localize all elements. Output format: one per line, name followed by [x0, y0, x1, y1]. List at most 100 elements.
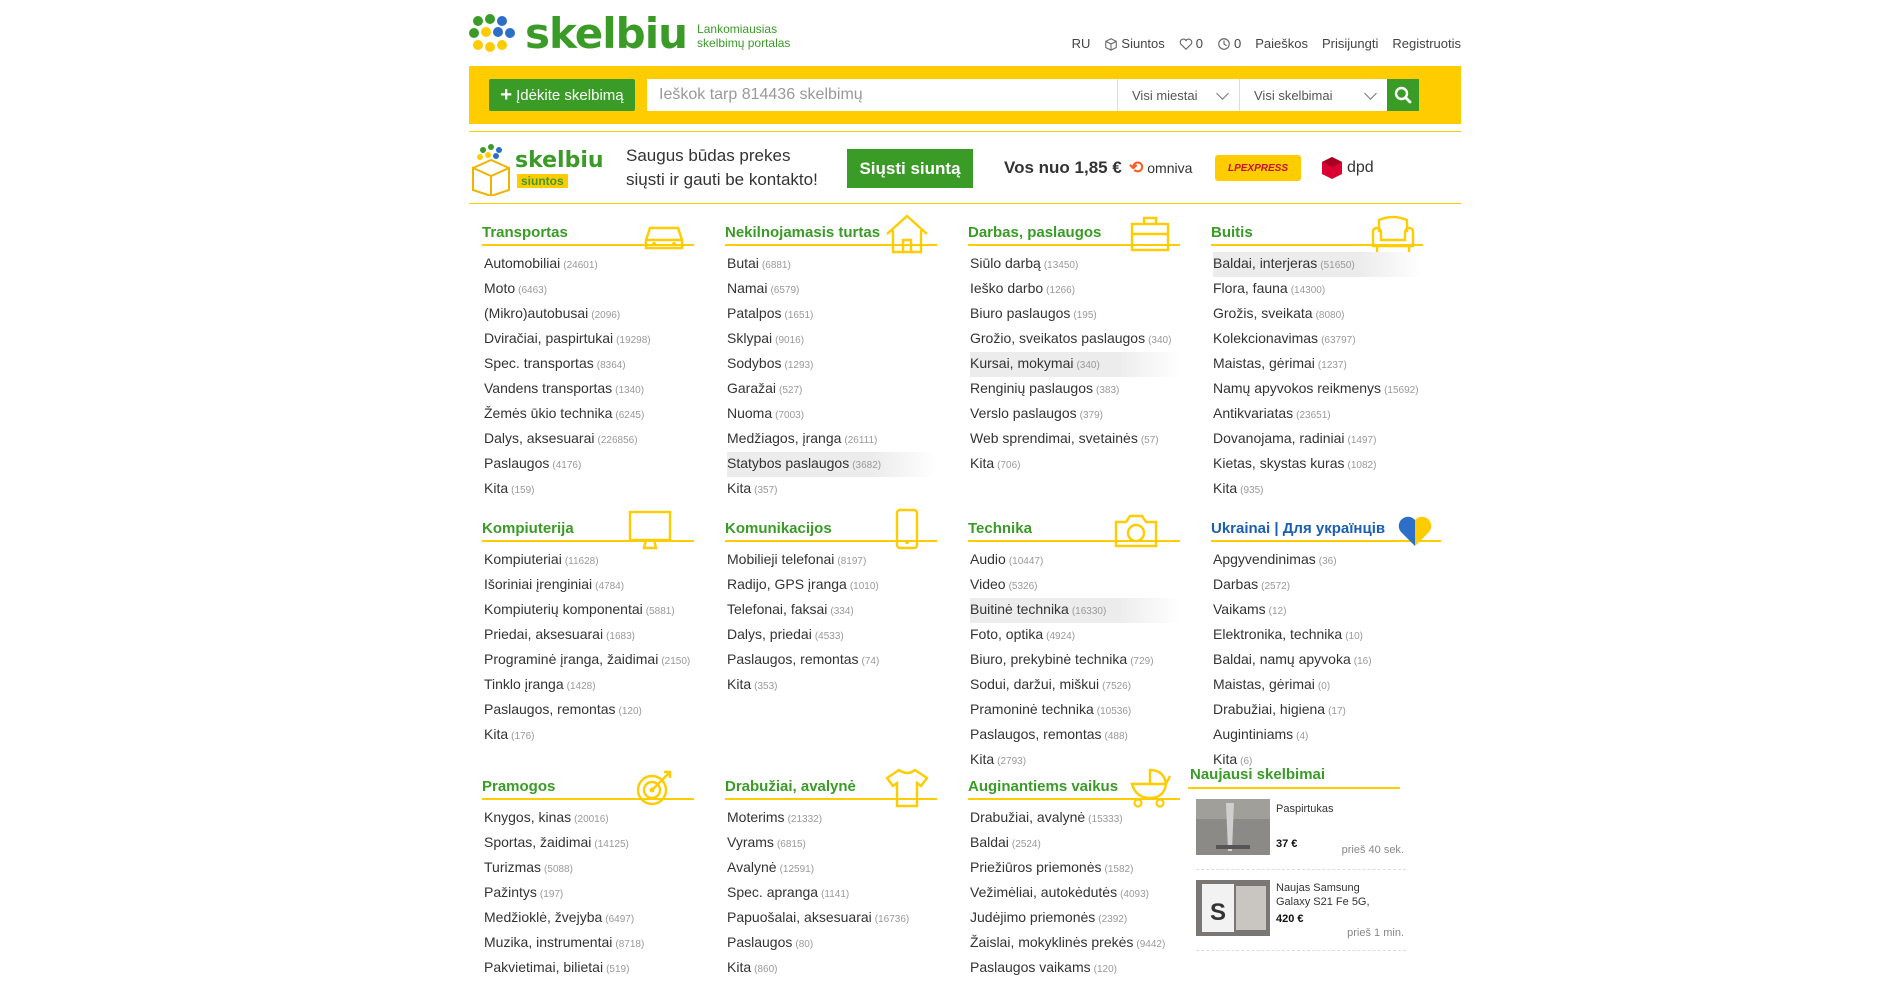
siuntos-logo[interactable]: skelbiu siuntos: [469, 142, 604, 198]
post-ad-button[interactable]: + Įdėkite skelbimą: [489, 79, 635, 111]
category-title[interactable]: Auginantiems vaikus: [968, 778, 1118, 795]
category-title[interactable]: Ukrainai | Для українців: [1211, 520, 1385, 537]
category-link[interactable]: Elektronika, technika (10): [1213, 623, 1423, 648]
listing-item[interactable]: S Naujas Samsung Galaxy S21 Fe 5G, 420 €…: [1196, 877, 1406, 951]
category-link[interactable]: Kita (159): [484, 477, 694, 502]
category-link[interactable]: Radijo, GPS įranga (1010): [727, 573, 937, 598]
category-title[interactable]: Drabužiai, avalynė: [725, 778, 856, 795]
category-link[interactable]: Biuro, prekybinė technika (729): [970, 648, 1180, 673]
category-link[interactable]: Namų apyvokos reikmenys (15692): [1213, 377, 1423, 402]
category-link[interactable]: Baldai, interjeras (51650): [1213, 252, 1423, 277]
category-link[interactable]: Kolekcionavimas (63797): [1213, 327, 1423, 352]
site-logo[interactable]: skelbiu Lankomiausias skelbimų portalas: [469, 13, 790, 55]
category-link[interactable]: Kompiuteriai (11628): [484, 548, 694, 573]
category-link[interactable]: Garažai (527): [727, 377, 937, 402]
category-link[interactable]: Papuošalai, aksesuarai (16736): [727, 906, 937, 931]
category-link[interactable]: Augintiniams (4): [1213, 723, 1423, 748]
category-link[interactable]: Spec. apranga (1141): [727, 881, 937, 906]
category-link[interactable]: Kita (357): [727, 477, 937, 502]
category-link[interactable]: Statybos paslaugos (3682): [727, 452, 937, 477]
category-link[interactable]: Antikvariatas (23651): [1213, 402, 1423, 427]
category-title[interactable]: Pramogos: [482, 778, 555, 795]
category-link[interactable]: Drabužiai, higiena (17): [1213, 698, 1423, 723]
category-link[interactable]: Dovanojama, radiniai (1497): [1213, 427, 1423, 452]
category-link[interactable]: Nuoma (7003): [727, 402, 937, 427]
category-link[interactable]: Patalpos (1651): [727, 302, 937, 327]
category-title[interactable]: Transportas: [482, 224, 568, 241]
category-link[interactable]: Avalynė (12591): [727, 856, 937, 881]
category-link[interactable]: Kita (176): [484, 723, 694, 748]
category-link[interactable]: Sklypai (9016): [727, 327, 937, 352]
login-link[interactable]: Prisijungti: [1322, 36, 1378, 51]
category-link[interactable]: Buitinė technika (16330): [970, 598, 1180, 623]
category-link[interactable]: Medžiagos, įranga (26111): [727, 427, 937, 452]
category-link[interactable]: Paslaugos (4176): [484, 452, 694, 477]
category-link[interactable]: Biuro paslaugos (195): [970, 302, 1180, 327]
category-link[interactable]: Spec. transportas (8364): [484, 352, 694, 377]
category-link[interactable]: Kompiuterių komponentai (5881): [484, 598, 694, 623]
category-link[interactable]: Kita (706): [970, 452, 1180, 477]
category-link[interactable]: Pakvietimai, bilietai (519): [484, 956, 694, 981]
category-link[interactable]: Priežiūros priemonės (1582): [970, 856, 1180, 881]
category-link[interactable]: Verslo paslaugos (379): [970, 402, 1180, 427]
category-link[interactable]: Programinė įranga, žaidimai (2150): [484, 648, 694, 673]
category-link[interactable]: Kita (860): [727, 956, 937, 981]
category-title[interactable]: Kompiuterija: [482, 520, 574, 537]
category-link[interactable]: Pramoninė technika (10536): [970, 698, 1180, 723]
category-link[interactable]: Knygos, kinas (20016): [484, 806, 694, 831]
category-link[interactable]: Tinklo įranga (1428): [484, 673, 694, 698]
category-link[interactable]: Drabužiai, avalynė (15333): [970, 806, 1180, 831]
category-link[interactable]: Dalys, aksesuarai (226856): [484, 427, 694, 452]
category-title[interactable]: Komunikacijos: [725, 520, 832, 537]
category-link[interactable]: Judėjimo priemonės (2392): [970, 906, 1180, 931]
favorites-link[interactable]: 0: [1179, 36, 1203, 51]
category-link[interactable]: (Mikro)autobusai (2096): [484, 302, 694, 327]
category-link[interactable]: Medžioklė, žvejyba (6497): [484, 906, 694, 931]
category-link[interactable]: Telefonai, faksai (334): [727, 598, 937, 623]
category-link[interactable]: Maistas, gėrimai (0): [1213, 673, 1423, 698]
category-link[interactable]: Dviračiai, paspirtukai (19298): [484, 327, 694, 352]
category-link[interactable]: Vyrams (6815): [727, 831, 937, 856]
search-button[interactable]: [1387, 79, 1419, 111]
city-select[interactable]: Visi miestai: [1117, 79, 1239, 111]
category-link[interactable]: Siūlo darbą (13450): [970, 252, 1180, 277]
category-link[interactable]: Vežimėliai, autokėdutės (4093): [970, 881, 1180, 906]
category-link[interactable]: Dalys, priedai (4533): [727, 623, 937, 648]
category-link[interactable]: Išoriniai įrenginiai (4784): [484, 573, 694, 598]
category-link[interactable]: Butai (6881): [727, 252, 937, 277]
category-link[interactable]: Moterims (21332): [727, 806, 937, 831]
category-link[interactable]: Mobilieji telefonai (8197): [727, 548, 937, 573]
search-input[interactable]: [647, 79, 1141, 111]
category-link[interactable]: Turizmas (5088): [484, 856, 694, 881]
category-link[interactable]: Baldai, namų apyvoka (16): [1213, 648, 1423, 673]
category-link[interactable]: Moto (6463): [484, 277, 694, 302]
category-link[interactable]: Kita (935): [1213, 477, 1423, 502]
category-link[interactable]: Sportas, žaidimai (14125): [484, 831, 694, 856]
category-link[interactable]: Paslaugos, remontas (120): [484, 698, 694, 723]
category-link[interactable]: Vandens transportas (1340): [484, 377, 694, 402]
register-link[interactable]: Registruotis: [1392, 36, 1461, 51]
category-link[interactable]: Baldai (2524): [970, 831, 1180, 856]
category-link[interactable]: Kursai, mokymai (340): [970, 352, 1180, 377]
category-link[interactable]: Renginių paslaugos (383): [970, 377, 1180, 402]
category-title[interactable]: Technika: [968, 520, 1032, 537]
category-title[interactable]: Darbas, paslaugos: [968, 224, 1101, 241]
category-link[interactable]: Automobiliai (24601): [484, 252, 694, 277]
category-link[interactable]: Foto, optika (4924): [970, 623, 1180, 648]
category-link[interactable]: Darbas (2572): [1213, 573, 1423, 598]
category-link[interactable]: Kietas, skystas kuras (1082): [1213, 452, 1423, 477]
lang-switch-link[interactable]: RU: [1072, 36, 1091, 51]
category-link[interactable]: Maistas, gėrimai (1237): [1213, 352, 1423, 377]
category-link[interactable]: Grožio, sveikatos paslaugos (340): [970, 327, 1180, 352]
category-link[interactable]: Ieško darbo (1266): [970, 277, 1180, 302]
category-link[interactable]: Paslaugos vaikams (120): [970, 956, 1180, 981]
category-link[interactable]: Namai (6579): [727, 277, 937, 302]
category-link[interactable]: Kita (353): [727, 673, 937, 698]
category-link[interactable]: Sodybos (1293): [727, 352, 937, 377]
listing-item[interactable]: Paspirtukas 37 € prieš 40 sek.: [1196, 796, 1406, 870]
category-title[interactable]: Buitis: [1211, 224, 1253, 241]
siuntos-link[interactable]: Siuntos: [1104, 36, 1165, 51]
category-title[interactable]: Nekilnojamasis turtas: [725, 224, 880, 241]
category-link[interactable]: Flora, fauna (14300): [1213, 277, 1423, 302]
send-parcel-button[interactable]: Siųsti siuntą: [847, 149, 973, 188]
